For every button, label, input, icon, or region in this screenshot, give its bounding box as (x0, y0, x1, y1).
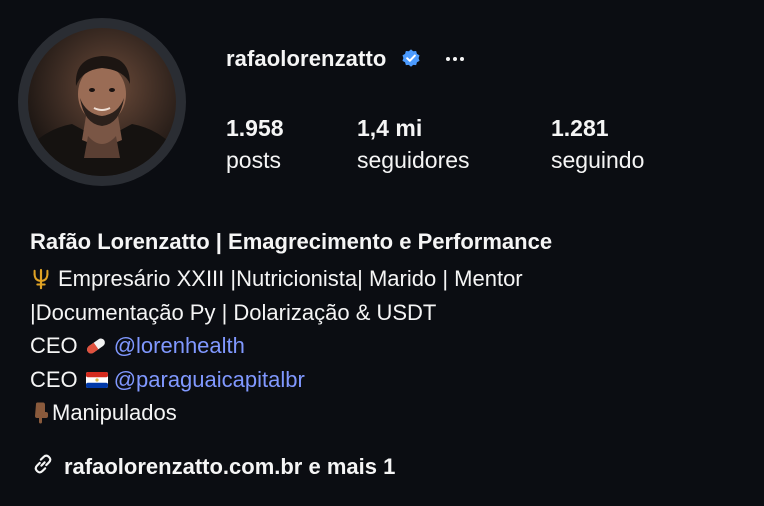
ellipsis-icon[interactable] (440, 44, 470, 74)
username[interactable]: rafaolorenzatto (226, 46, 386, 72)
following-label: seguindo (551, 147, 645, 173)
bio-line-5-text: Manipulados (52, 400, 177, 426)
followers-label: seguidores (357, 147, 470, 173)
bio-line-1-text: Empresário XXIII |Nutricionista| Marido … (58, 266, 523, 291)
avatar[interactable] (28, 28, 176, 176)
profile-page: rafaolorenzatto 1.958 posts 1,4 mi segui… (0, 0, 764, 506)
paraguay-flag-emoji (85, 371, 108, 388)
mention-lorenhealth[interactable]: @lorenhealth (114, 329, 245, 363)
stat-followers[interactable]: 1,4 mi seguidores (357, 113, 470, 177)
external-link[interactable]: rafaolorenzatto.com.br e mais 1 (30, 451, 395, 482)
bio-line-3: CEO @lorenhealth (30, 329, 750, 363)
posts-count: 1.958 (226, 115, 284, 141)
bio-line-1: Empresário XXIII |Nutricionista| Marido … (30, 262, 750, 296)
bio-line-5: Manipulados (30, 396, 750, 430)
bio-line-4-prefix: CEO (30, 366, 78, 392)
following-count: 1.281 (551, 115, 609, 141)
bio-line-2-text: |Documentação Py | Dolarização & USDT (30, 299, 437, 325)
link-icon (30, 451, 56, 482)
mention-paraguaicapitalbr[interactable]: @paraguaicapitalbr (114, 363, 305, 397)
bio-line-2: |Documentação Py | Dolarização & USDT (30, 296, 750, 330)
profile-header: rafaolorenzatto (226, 42, 470, 76)
link-text[interactable]: rafaolorenzatto.com.br e mais 1 (64, 454, 395, 480)
posts-label: posts (226, 147, 281, 173)
full-name: Rafão Lorenzatto | Emagrecimento e Perfo… (30, 229, 553, 254)
stat-following[interactable]: 1.281 seguindo (551, 113, 644, 177)
bio: Rafão Lorenzatto | Emagrecimento e Perfo… (30, 226, 750, 430)
followers-count: 1,4 mi (357, 115, 423, 141)
bio-line-3-prefix: CEO (30, 333, 78, 359)
bio-line-4: CEO @paraguaicapitalbr (30, 363, 750, 397)
trident-emoji (30, 268, 52, 290)
pill-emoji (84, 335, 108, 357)
avatar-illustration (28, 56, 176, 176)
stat-posts[interactable]: 1.958 posts (226, 113, 284, 177)
avatar-ring[interactable] (18, 18, 186, 186)
verified-badge-icon (400, 48, 422, 70)
pointing-down-emoji (30, 402, 50, 424)
